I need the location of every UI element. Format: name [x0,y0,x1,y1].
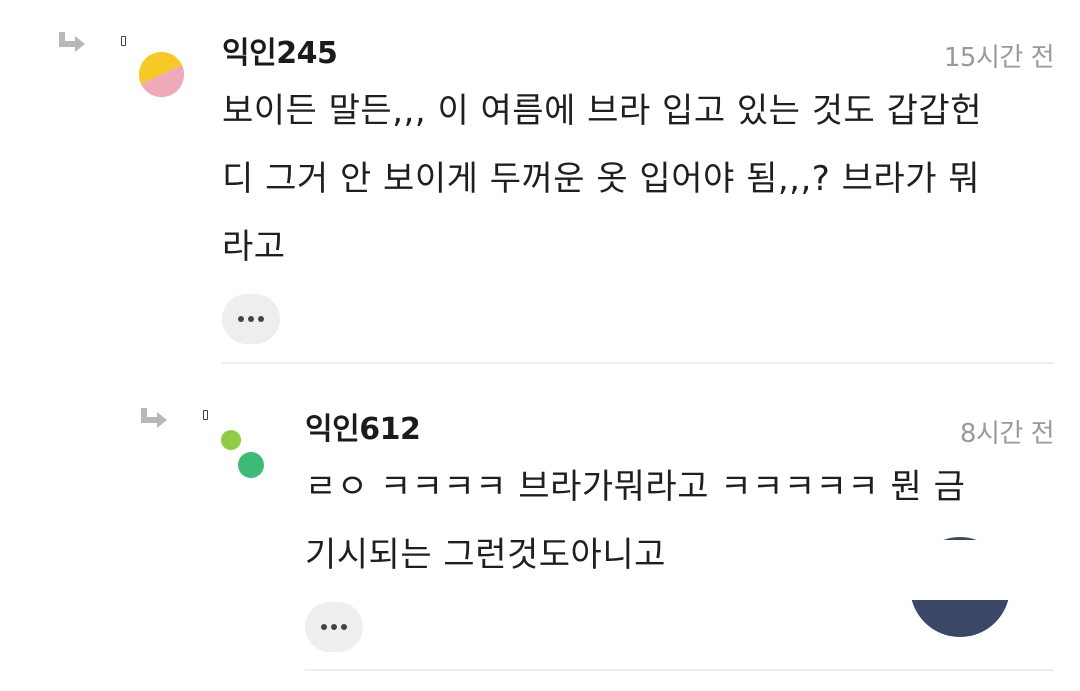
more-dot [248,316,254,322]
author-name[interactable]: 익인245 [222,28,338,72]
badge-mask [880,540,1040,600]
timestamp: 15시간 전 [943,43,1055,73]
more-options-icon [238,316,244,322]
marker-icon [121,36,126,46]
comment-body: 보이든 말든,,, 이 여름에 브라 입고 있는 것도 갑갑헌 디 그거 안 보… [222,77,982,281]
author-name[interactable]: 익인612 [305,404,421,448]
more-dot [258,316,264,322]
more-dot [341,624,347,630]
comment-line: 라고 [222,227,286,267]
more-options-button[interactable] [305,602,363,652]
timestamp: 8시간 전 [959,419,1055,449]
reply-arrow-icon [59,32,85,52]
avatar[interactable] [135,52,187,104]
avatar[interactable] [218,428,268,480]
comment-line: 디 그거 안 보이게 두꺼운 옷 입어야 됨,,,? 브라가 뭐 [222,159,981,199]
comment-line: ㄹㅇ ㅋㅋㅋㅋ 브라가뭐라고 ㅋㅋㅋㅋㅋ 뭔 금 [305,467,966,507]
divider [222,362,1054,364]
more-dot [331,624,337,630]
reply-arrow-icon [141,408,167,428]
comment-line: 기시되는 그런것도아니고 [305,535,666,575]
divider [305,669,1054,671]
more-options-button[interactable] [222,294,280,344]
marker-icon [203,410,208,420]
comment-line: 보이든 말든,,, 이 여름에 브라 입고 있는 것도 갑갑헌 [222,91,982,131]
comment-body: ㄹㅇ ㅋㅋㅋㅋ 브라가뭐라고 ㅋㅋㅋㅋㅋ 뭔 금 기시되는 그런것도아니고 [305,453,965,589]
more-options-icon [321,624,327,630]
